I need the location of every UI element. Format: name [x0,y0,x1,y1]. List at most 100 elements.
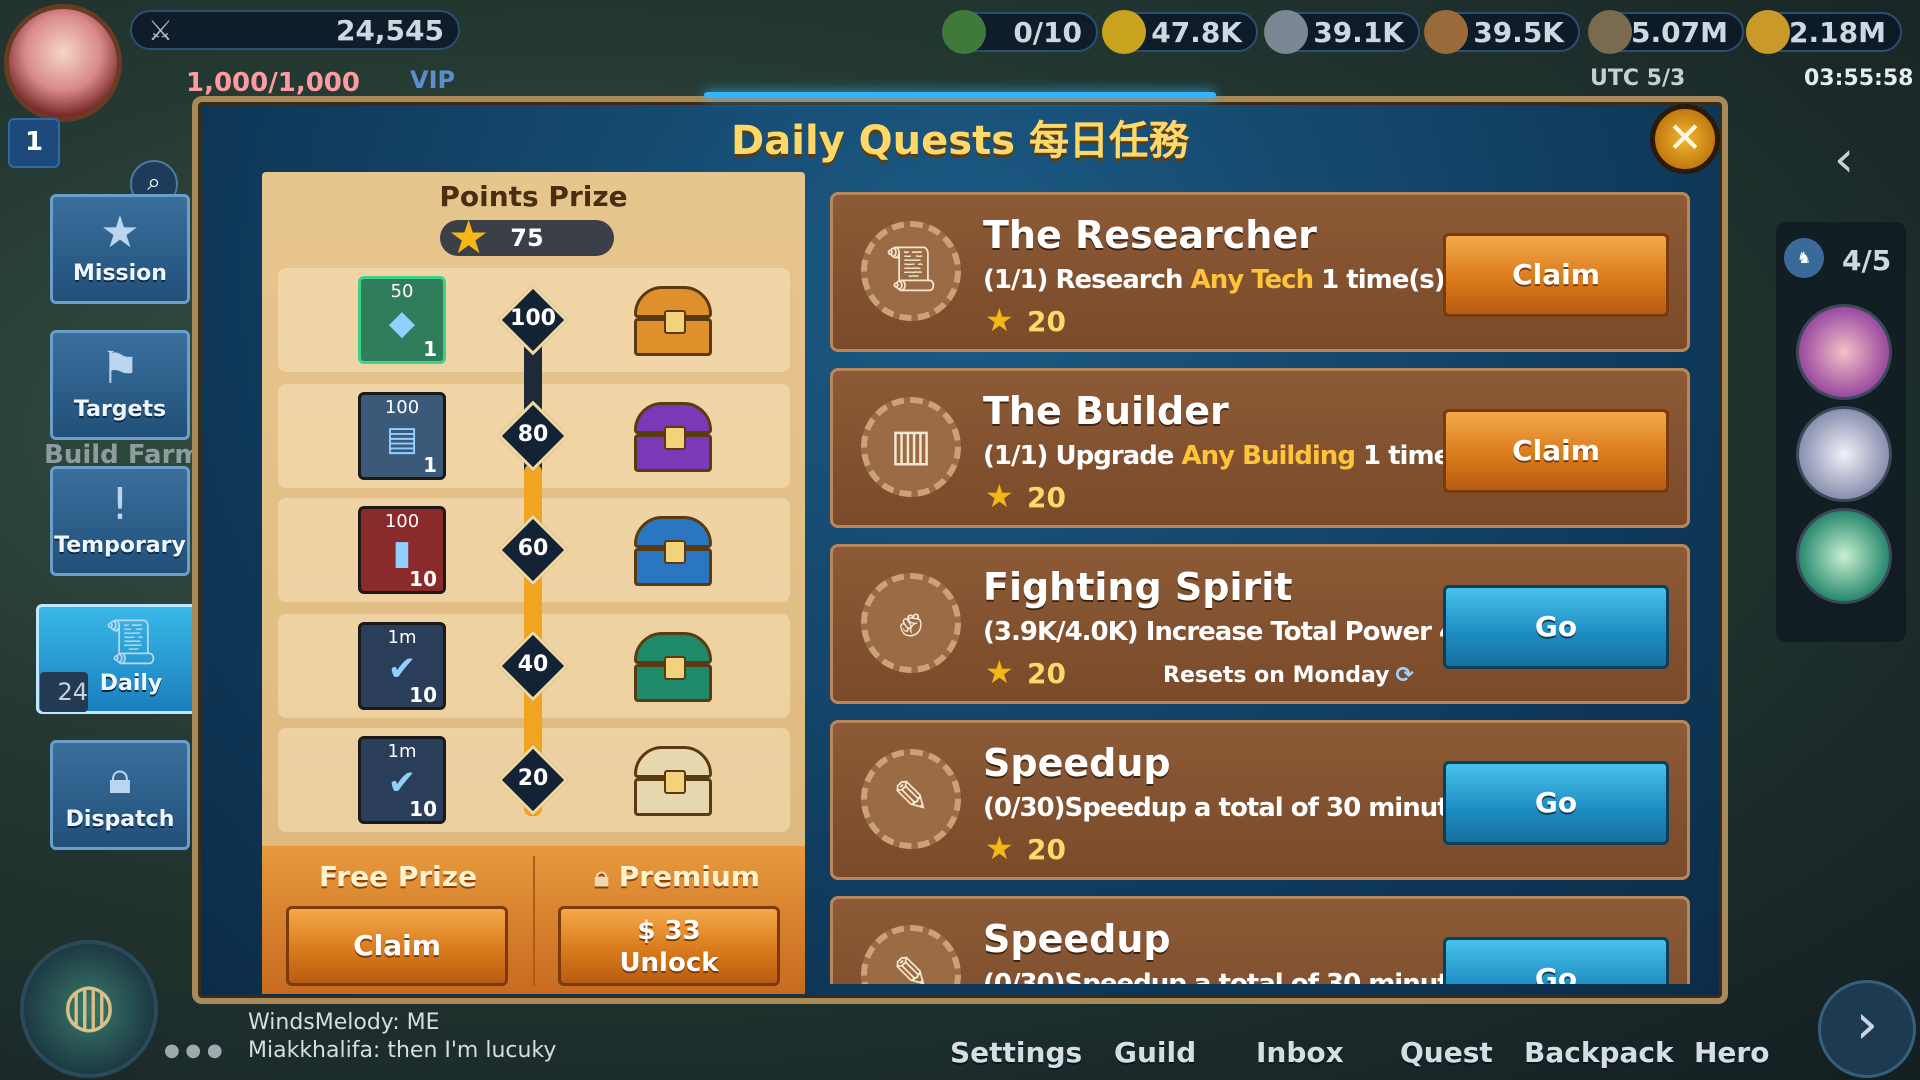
chevron-right-icon[interactable]: › [1818,980,1916,1078]
quest-go-button[interactable]: Go [1443,761,1669,845]
quest-card: ✎ Speedup (0/30)Speedup a total of 30 minu… [830,896,1690,984]
reward-item[interactable]: 100 ▤ 1 [358,392,446,480]
resource-stone[interactable]: 39.1K [1264,10,1420,54]
chat-line[interactable]: WindsMelody: ME [248,1010,440,1035]
milestone-value: 80 [517,422,549,447]
quest-title: Speedup [983,917,1171,961]
utc-date: UTC 5/3 [1590,66,1686,91]
nav-backpack[interactable]: Backpack [1524,1036,1674,1069]
item-count: 1 [423,337,437,361]
stone-icon [1264,10,1308,54]
star-icon: ★ [985,653,1014,691]
quest-points: 20 [1027,657,1066,690]
resource-food[interactable]: 47.8K [1102,10,1258,54]
prize-footer: Free Prize 🔒︎ Premium Claim $ 33 Unlock [262,846,805,994]
quest-description: (0/30)Speedup a total of 30 minutes [983,793,1481,823]
green-chest[interactable] [628,622,718,708]
close-button[interactable]: ✕ [1650,104,1720,174]
quest-claim-button[interactable]: Claim [1443,409,1669,493]
quest-list[interactable]: 📜︎ The Researcher (1/1) Research Any Tech … [822,186,1694,984]
quest-reset-note: Resets on Monday ⟳ [1163,663,1414,688]
free-claim-button[interactable]: Claim [286,906,508,986]
globe-icon: ◍ [62,970,116,1040]
tab-mission[interactable]: ★ Mission [50,194,190,304]
item-count: 1 [423,453,437,477]
chest-lock [664,770,686,794]
nav-guild[interactable]: Guild [1114,1036,1196,1069]
item-amount: 1m [387,627,417,648]
quest-points: 20 [1027,833,1066,866]
reward-item[interactable]: 1m ✔ 10 [358,736,446,824]
vip-label[interactable]: VIP [410,66,455,94]
power-display: ⚔ 24,545 [130,10,460,50]
quest-desc-highlight: Any Building [1181,441,1356,471]
reward-item[interactable]: 1m ✔ 10 [358,622,446,710]
energy-value: 1,000/1,000 [186,68,360,98]
quest-card: ✊︎ Fighting Spirit (3.9K/4.0K) Increase To… [830,544,1690,704]
world-map-button[interactable]: ◍ [20,940,158,1078]
tab-dispatch[interactable]: 🔒︎ Dispatch [50,740,190,850]
item-count: 10 [409,797,437,821]
hero-portrait[interactable] [1796,304,1892,400]
resource-value: 2.18M [1789,15,1886,49]
nav-settings[interactable]: Settings [950,1036,1082,1069]
hero-portrait[interactable] [1796,406,1892,502]
resource-gold[interactable]: 2.18M [1746,10,1902,54]
tab-label: Mission [73,261,167,286]
white-chest[interactable] [628,736,718,822]
player-level-badge: 1 [8,118,60,168]
gold-crown-chest[interactable] [628,276,718,362]
premium-unlock-label: Unlock [619,948,719,978]
player-avatar[interactable] [4,4,122,122]
march-count: 4/5 [1842,244,1892,277]
title-glow [704,92,1216,98]
resource-wood[interactable]: 39.5K [1424,10,1580,54]
premium-unlock-button[interactable]: $ 33 Unlock [558,906,780,986]
flag-icon: ⚑ [100,343,140,394]
quest-description: (3.9K/4.0K) Increase Total Power 4.0K [983,617,1502,647]
nav-quest[interactable]: Quest [1400,1036,1493,1069]
quest-card: 📜︎ The Researcher (1/1) Research Any Tech … [830,192,1690,352]
blue-chest[interactable] [628,506,718,592]
iron-icon [1588,10,1632,54]
item-amount: 1m [387,741,417,762]
quest-go-button[interactable]: Go [1443,585,1669,669]
divider [533,856,535,986]
resource-iron[interactable]: 5.07M [1588,10,1744,54]
item-amount: 100 [384,511,420,532]
chest-lock [664,310,686,334]
resource-value: 39.1K [1313,15,1404,49]
quest-button-label: Go [1534,962,1578,984]
quest-button-label: Go [1534,786,1578,819]
chevron-left-icon[interactable]: ‹ [1834,130,1854,188]
chest-lock [664,540,686,564]
map-points-icon [942,10,986,54]
reward-item[interactable]: 100 ▮ 10 [358,506,446,594]
resource-value: 0/10 [1013,15,1082,49]
nav-hero[interactable]: Hero [1694,1036,1769,1069]
purple-chest[interactable] [628,392,718,478]
hero-portrait[interactable] [1796,508,1892,604]
quest-claim-button[interactable]: Claim [1443,233,1669,317]
quest-title: The Builder [983,389,1229,433]
chest-lock [664,656,686,680]
nav-inbox[interactable]: Inbox [1256,1036,1344,1069]
star-icon: ★ [985,477,1014,515]
chat-line[interactable]: Miakkhalifa: then I'm lucuky [248,1038,556,1063]
star-icon: ★ [100,207,140,258]
horse-icon: ♞ [1784,238,1824,278]
reward-item[interactable]: 50 ◆ 1 [358,276,446,364]
wood-icon [1424,10,1468,54]
quest-go-button[interactable]: Go [1443,937,1669,984]
tab-targets[interactable]: ⚑ Targets [50,330,190,440]
star-icon: ★ [448,210,490,264]
quest-desc-text: (0/30)Speedup a total of 30 minutes [983,793,1481,823]
quest-description: (1/1) Research Any Tech 1 time(s) [983,265,1446,295]
gold-icon [1746,10,1790,54]
quest-title: Speedup [983,741,1171,785]
quest-desc-suffix: 1 time(s) [1313,265,1445,295]
quest-button-label: Go [1534,610,1578,643]
research-scroll-icon: 📜︎ [861,221,961,321]
resource-map-points[interactable]: 0/10 [942,10,1098,54]
tab-temporary[interactable]: ! Temporary [50,466,190,576]
